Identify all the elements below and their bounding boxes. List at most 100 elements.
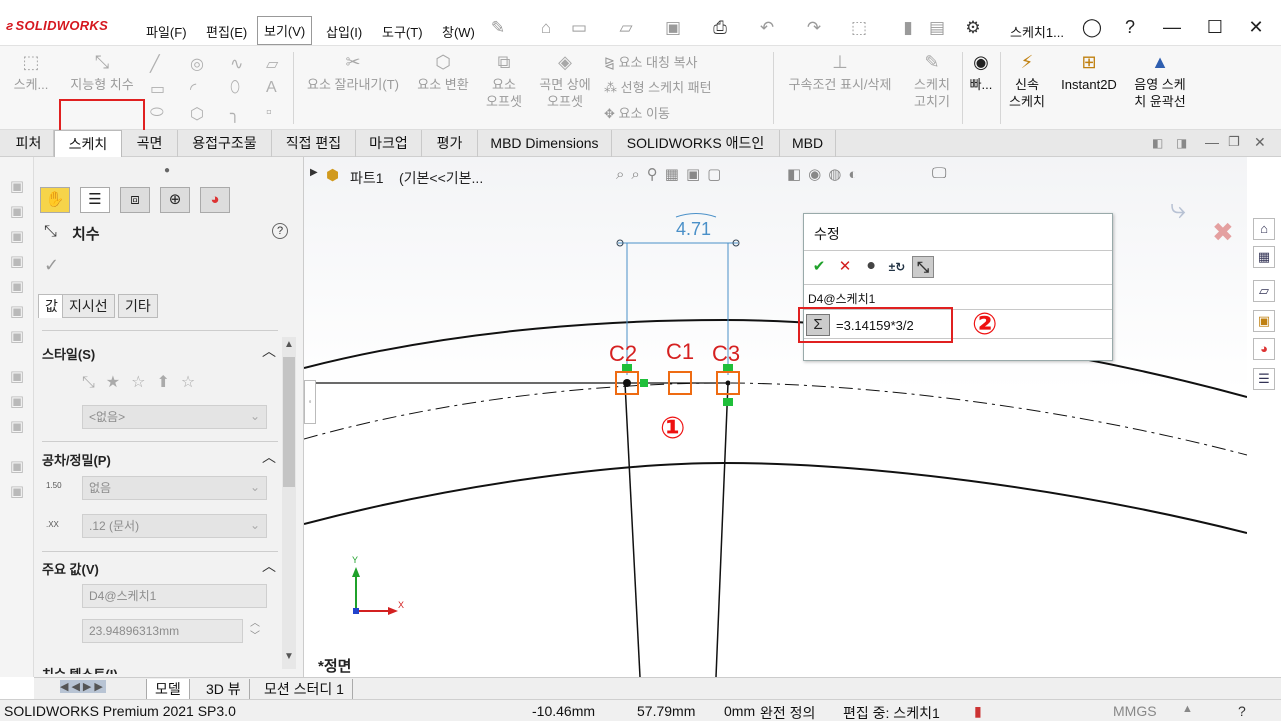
- menu-tools[interactable]: 도구(T): [382, 22, 423, 41]
- help-icon[interactable]: ?: [272, 223, 288, 239]
- tab-solidworks-addins[interactable]: SOLIDWORKS 애드인: [612, 130, 780, 157]
- minimize-icon[interactable]: —: [1160, 15, 1184, 39]
- style-section-title[interactable]: 스타일(S): [42, 344, 95, 363]
- menu-edit[interactable]: 편집(E): [206, 22, 247, 41]
- view-orientation-icon[interactable]: ⤷: [1170, 193, 1186, 226]
- feature-tool-icon[interactable]: ▣: [7, 392, 27, 412]
- feature-tool-icon[interactable]: ▣: [7, 252, 27, 272]
- menu-insert[interactable]: 삽입(I): [326, 22, 362, 41]
- pane-collapse-handle[interactable]: ◦: [304, 380, 316, 424]
- tab-evaluate[interactable]: 평가: [422, 130, 478, 157]
- tab-leaders[interactable]: 지시선: [62, 294, 115, 318]
- scroll-thumb[interactable]: [283, 357, 295, 487]
- rapid-sketch-button[interactable]: ⚡ 신속 스케치: [1004, 53, 1050, 110]
- plane-icon[interactable]: ▱: [266, 54, 278, 74]
- tab-value[interactable]: 값: [38, 294, 65, 318]
- display-relations-button[interactable]: ⊥ 구속조건 표시/삭제: [778, 53, 902, 93]
- offset-on-surface-button[interactable]: ◈ 곡면 상에 오프셋: [532, 53, 598, 110]
- exit-sketch-icon[interactable]: ✖: [1212, 217, 1234, 248]
- move-entities-button[interactable]: ✥ 요소 이동: [604, 105, 670, 122]
- tab-sketch[interactable]: 스케치: [54, 130, 122, 157]
- tab-other[interactable]: 기타: [118, 294, 158, 318]
- tab-motion-study[interactable]: 모션 스터디 1: [256, 679, 353, 699]
- circle-icon[interactable]: ◎: [190, 54, 204, 74]
- mirror-entities-button[interactable]: ⧎ 요소 대칭 복사: [604, 54, 698, 71]
- pin-icon[interactable]: ✎: [487, 18, 509, 38]
- inner-arc[interactable]: [304, 461, 1247, 534]
- style-icons[interactable]: ⤡★☆⬆☆: [82, 372, 206, 392]
- home-icon[interactable]: ⌂: [1253, 218, 1275, 240]
- shaded-contours-button[interactable]: ▲ 음영 스케 치 윤곽선: [1126, 53, 1194, 110]
- tab-markup[interactable]: 마크업: [356, 130, 422, 157]
- undo-icon[interactable]: ↶: [756, 18, 778, 38]
- doc-restore-icon[interactable]: ❐: [1228, 134, 1240, 150]
- tolerance-section-title[interactable]: 공차/정밀(P): [42, 450, 111, 469]
- pm-scrollbar[interactable]: ▲ ▼: [282, 337, 296, 669]
- trim-entities-button[interactable]: ✂ 요소 잘라내기(T): [298, 53, 408, 93]
- line-icon[interactable]: ╱: [150, 54, 160, 74]
- precision-select[interactable]: .12 (문서) ⌄: [82, 514, 267, 538]
- offset-entities-button[interactable]: ⧉ 요소 오프셋: [478, 53, 530, 110]
- ellipse-icon[interactable]: ⬯: [230, 79, 240, 97]
- tab-scroll-arrows[interactable]: ◀◀▶▶: [60, 680, 106, 693]
- appearances-icon[interactable]: ◕: [1253, 338, 1275, 360]
- mark-for-drawing-icon[interactable]: ⤡: [912, 256, 934, 278]
- new-document-icon[interactable]: ▭: [568, 18, 590, 38]
- doc-minimize-icon[interactable]: —: [1205, 134, 1219, 150]
- menu-window[interactable]: 창(W): [442, 22, 475, 41]
- text-icon[interactable]: A: [266, 79, 277, 97]
- help-icon[interactable]: ?: [1238, 703, 1246, 719]
- feature-tool-icon[interactable]: ▣: [7, 417, 27, 437]
- dimxpert-tab[interactable]: ⊕: [160, 187, 190, 213]
- select-icon[interactable]: ⬚: [848, 18, 870, 38]
- dimension-value-field[interactable]: 23.94896313mm: [82, 619, 243, 643]
- tab-mbd-dimensions[interactable]: MBD Dimensions: [478, 130, 612, 157]
- ok-check-icon[interactable]: ✓: [44, 255, 59, 276]
- cancel-x-icon[interactable]: ✕: [834, 256, 856, 278]
- radial-line-left[interactable]: [624, 382, 641, 677]
- radial-line-right[interactable]: [715, 382, 729, 677]
- feature-manager-tab[interactable]: ✋: [40, 187, 70, 213]
- spline-icon[interactable]: ∿: [230, 54, 243, 74]
- file-properties-icon[interactable]: ▤: [926, 18, 948, 38]
- menu-view[interactable]: 보기(V): [257, 16, 313, 45]
- configuration-manager-tab[interactable]: ⧈: [120, 187, 150, 213]
- tab-surfaces[interactable]: 곡면: [122, 130, 178, 157]
- feature-tool-icon[interactable]: ▣: [7, 302, 27, 322]
- feature-tool-icon[interactable]: ▣: [7, 227, 27, 247]
- solidworks-logo[interactable]: ƨ SOLIDWORKS: [6, 18, 108, 33]
- style-select[interactable]: <없음> ⌄: [82, 405, 267, 429]
- reverse-sense-icon[interactable]: ±↻: [886, 256, 908, 278]
- open-folder-icon[interactable]: ▱: [615, 18, 637, 38]
- feature-tool-icon[interactable]: ▣: [7, 327, 27, 347]
- file-explorer-icon[interactable]: ▱: [1253, 280, 1275, 302]
- dimension-name-field[interactable]: D4@스케치1: [82, 584, 267, 608]
- tab-model[interactable]: 모델: [146, 679, 190, 699]
- feature-tool-icon[interactable]: ▣: [7, 482, 27, 502]
- tab-prev-icon[interactable]: ◧: [1152, 136, 1163, 150]
- repair-sketch-button[interactable]: ✎ 스케치 고치기: [905, 53, 959, 110]
- tolerance-type-select[interactable]: 없음 ⌄: [82, 476, 267, 500]
- tab-direct-editing[interactable]: 직접 편집: [272, 130, 356, 157]
- value-spinner-icon[interactable]: ︿ ﹀: [250, 617, 260, 643]
- tab-weldments[interactable]: 용접구조물: [178, 130, 272, 157]
- dimension-value[interactable]: 4.71: [676, 219, 711, 240]
- collapse-icon[interactable]: ︿: [262, 447, 287, 467]
- rectangle-icon[interactable]: ▭: [150, 79, 165, 99]
- help-icon[interactable]: ?: [1118, 15, 1142, 39]
- tab-mbd[interactable]: MBD: [780, 130, 836, 157]
- property-manager-tab[interactable]: ☰: [80, 187, 110, 213]
- gear-icon[interactable]: ⚙: [962, 18, 984, 38]
- slot-icon[interactable]: ⬭: [150, 104, 164, 122]
- unit-dropdown-icon[interactable]: ▲: [1182, 703, 1193, 715]
- quick-snaps-button[interactable]: ◉ 빠...: [966, 53, 996, 93]
- doc-close-icon[interactable]: ✕: [1254, 134, 1266, 151]
- sketch-button[interactable]: ⬚ 스케...: [8, 53, 54, 93]
- display-manager-tab[interactable]: ◕: [200, 187, 230, 213]
- print-icon[interactable]: ⎙: [709, 18, 731, 38]
- primary-value-section-title[interactable]: 주요 값(V): [42, 559, 99, 578]
- rebuild-icon[interactable]: ▮: [974, 703, 982, 720]
- feature-tool-icon[interactable]: ▣: [7, 367, 27, 387]
- tab-3d-view[interactable]: 3D 뷰: [198, 679, 250, 699]
- collapse-icon[interactable]: ︿: [262, 341, 287, 361]
